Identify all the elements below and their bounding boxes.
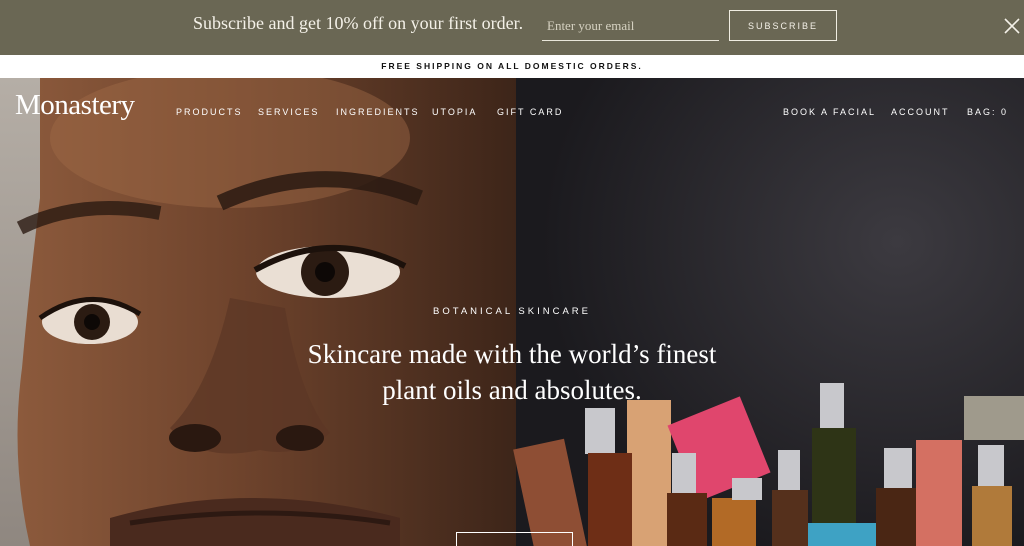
promo-bar: Subscribe and get 10% off on your first …: [0, 0, 1024, 55]
hero-eyebrow: BOTANICAL SKINCARE: [433, 306, 591, 317]
subscribe-button[interactable]: SUBSCRIBE: [729, 10, 837, 41]
close-icon[interactable]: [1000, 14, 1024, 38]
hero-section: Monastery PRODUCTS SERVICES INGREDIENTS …: [0, 78, 1024, 546]
email-input[interactable]: [542, 11, 719, 41]
hero-headline-line-2: plant oils and absolutes.: [382, 375, 642, 405]
shipping-text: FREE SHIPPING ON ALL DOMESTIC ORDERS.: [381, 61, 643, 71]
nav-gift-card[interactable]: GIFT CARD: [497, 107, 563, 117]
nav-products[interactable]: PRODUCTS: [176, 107, 243, 117]
nav-bag[interactable]: BAG: 0: [967, 107, 1008, 117]
logo[interactable]: Monastery: [15, 89, 135, 122]
hero-cta-button[interactable]: [456, 532, 573, 546]
nav-book-a-facial[interactable]: BOOK A FACIAL: [783, 107, 876, 117]
nav-account[interactable]: ACCOUNT: [891, 107, 950, 117]
hero-headline: Skincare made with the world’s finest pl…: [0, 336, 1024, 408]
shipping-banner: FREE SHIPPING ON ALL DOMESTIC ORDERS.: [0, 55, 1024, 78]
nav-ingredients[interactable]: INGREDIENTS: [336, 107, 420, 117]
nav-utopia[interactable]: UTOPIA: [432, 107, 477, 117]
promo-text: Subscribe and get 10% off on your first …: [193, 13, 524, 33]
hero-headline-line-1: Skincare made with the world’s finest: [307, 339, 717, 369]
nav-services[interactable]: SERVICES: [258, 107, 319, 117]
